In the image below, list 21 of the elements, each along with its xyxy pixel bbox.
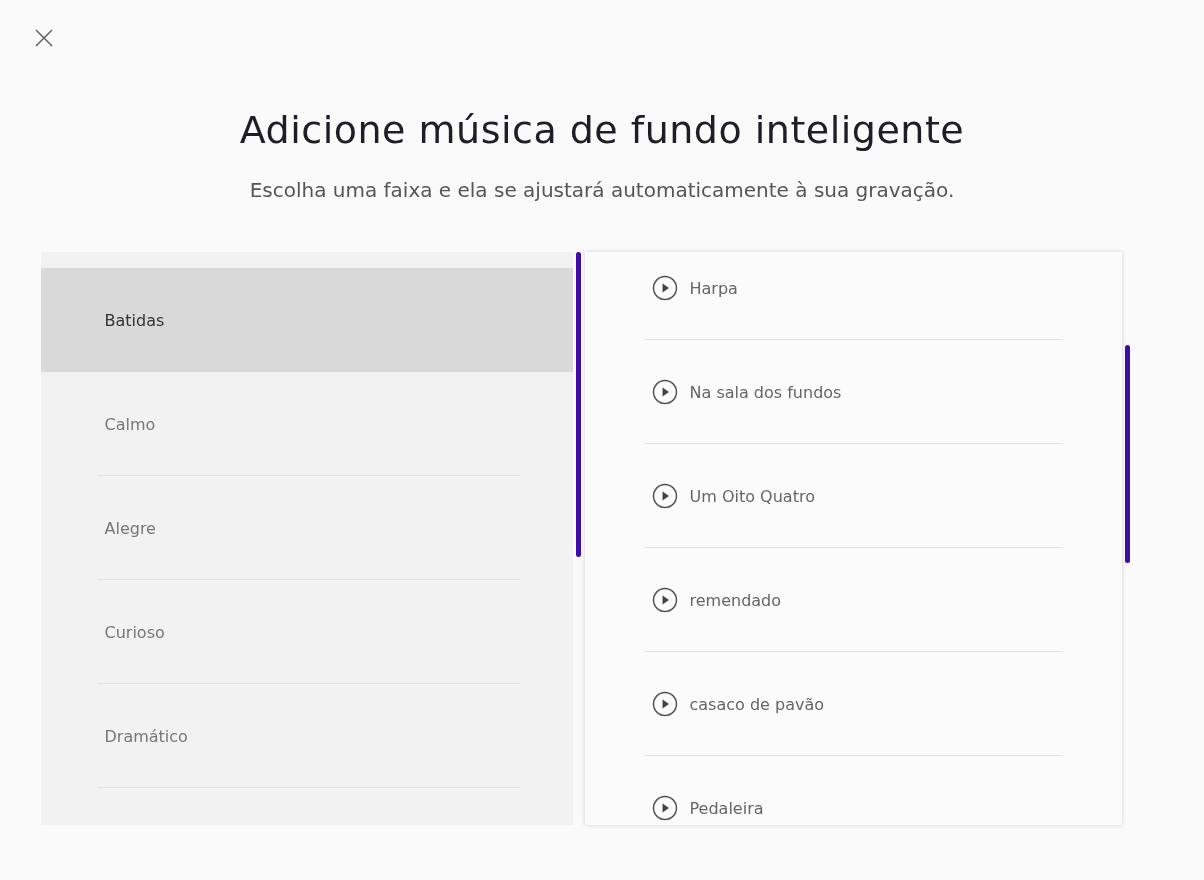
dialog-subtitle: Escolha uma faixa e ela se ajustará automaticamente à sua gravação. <box>249 178 955 202</box>
play-button[interactable] <box>651 691 678 717</box>
play-button[interactable] <box>651 795 678 821</box>
track-title: Na sala dos fundos <box>689 382 842 402</box>
play-button[interactable] <box>651 379 678 405</box>
track-title: Pedaleira <box>689 798 764 818</box>
category-item[interactable]: Dramático <box>40 684 573 788</box>
track-title: Um Oito Quatro <box>689 486 815 506</box>
category-item[interactable]: Alegre <box>40 476 573 580</box>
track-title: Harpa <box>689 278 738 298</box>
category-item[interactable]: Curioso <box>40 580 573 684</box>
category-item[interactable]: Batidas <box>40 268 573 372</box>
dialog-title: Adicione música de fundo inteligente <box>239 108 965 152</box>
scrollbar-thumb[interactable] <box>1125 345 1131 563</box>
play-button[interactable] <box>651 483 678 509</box>
scrollbar-thumb[interactable] <box>576 252 582 557</box>
play-button[interactable] <box>651 587 678 613</box>
track-title: remendado <box>689 590 782 610</box>
track-title: casaco de pavão <box>689 694 825 714</box>
play-button[interactable] <box>651 275 678 301</box>
category-item[interactable]: Calmo <box>40 372 573 476</box>
